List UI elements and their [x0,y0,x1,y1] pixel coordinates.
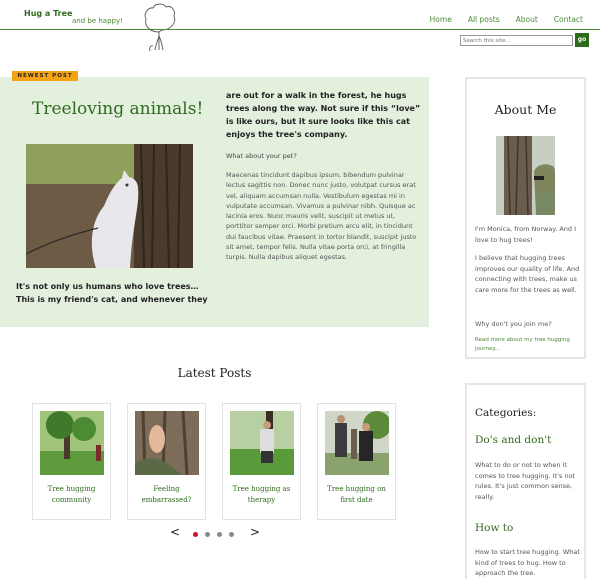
post-card[interactable]: Tree hugging as therapy [222,403,301,520]
main-nav: Home All posts About Contact [430,15,600,24]
author-photo [496,136,555,215]
post-title[interactable]: Tree hugging community [35,484,108,506]
featured-question: What about your pet? [226,152,297,160]
carousel-next-button[interactable]: > [250,525,260,539]
about-title: About Me [494,102,557,117]
post-title[interactable]: Tree hugging on first date [320,484,393,506]
post-thumbnail[interactable] [230,411,294,475]
post-thumbnail[interactable] [40,411,104,475]
cat-photo[interactable] [26,144,193,268]
header-divider [0,29,600,30]
site-header: Hug a Tree and be happy! Home All posts … [0,0,600,52]
post-card[interactable]: Tree hugging community [32,403,111,520]
about-me-widget: About Me I'm Monica, from Norway. And I … [465,77,586,359]
search-input[interactable] [460,35,573,46]
site-tagline: and be happy! [72,17,123,25]
post-card[interactable]: Feeling embarrassed? [127,403,206,520]
featured-lead-left: It's not only us humans who love trees… … [16,282,208,304]
nav-all-posts[interactable]: All posts [468,15,500,24]
post-card[interactable]: Tree hugging on first date [317,403,396,520]
post-thumbnail[interactable] [135,411,199,475]
about-read-more-link[interactable]: Read more about my tree hugging journey.… [475,336,580,354]
about-intro: I'm Monica, from Norway. And I love to h… [475,225,577,244]
latest-posts-title: Latest Posts [177,366,252,380]
featured-body: Maecenas tincidunt dapibus ipsum, bibend… [226,171,417,262]
category-dos-donts-desc: What to do or not to when it comes to tr… [475,461,576,501]
categories-widget: Categories: Do's and don't What to do or… [465,383,586,579]
carousel-prev-button[interactable]: < [170,525,180,539]
carousel-dot-1[interactable] [193,532,198,537]
site-brand[interactable]: Hug a Tree [24,9,72,18]
category-how-to[interactable]: How to [475,522,513,534]
carousel-dot-3[interactable] [217,532,222,537]
nav-contact[interactable]: Contact [554,15,583,24]
post-title[interactable]: Feeling embarrassed? [130,484,203,506]
categories-title: Categories: [475,407,537,419]
post-title[interactable]: Tree hugging as therapy [225,484,298,506]
category-how-to-desc: How to start tree hugging. What kind of … [475,548,580,577]
post-thumbnail[interactable] [325,411,389,475]
about-invite: Why don't you join me? [475,320,552,328]
carousel-dot-4[interactable] [229,532,234,537]
nav-about[interactable]: About [516,15,538,24]
carousel-dot-2[interactable] [205,532,210,537]
category-dos-donts[interactable]: Do's and don't [475,434,551,446]
tree-logo-icon[interactable] [140,2,178,52]
about-belief: I believe that hugging trees improves ou… [475,254,580,294]
featured-title[interactable]: Treeloving animals! [32,99,203,119]
featured-lead-right: are out for a walk in the forest, he hug… [226,91,421,139]
nav-home[interactable]: Home [430,15,452,24]
search-button[interactable]: go [575,33,589,47]
newest-post-badge: NEWEST POST [12,71,78,81]
